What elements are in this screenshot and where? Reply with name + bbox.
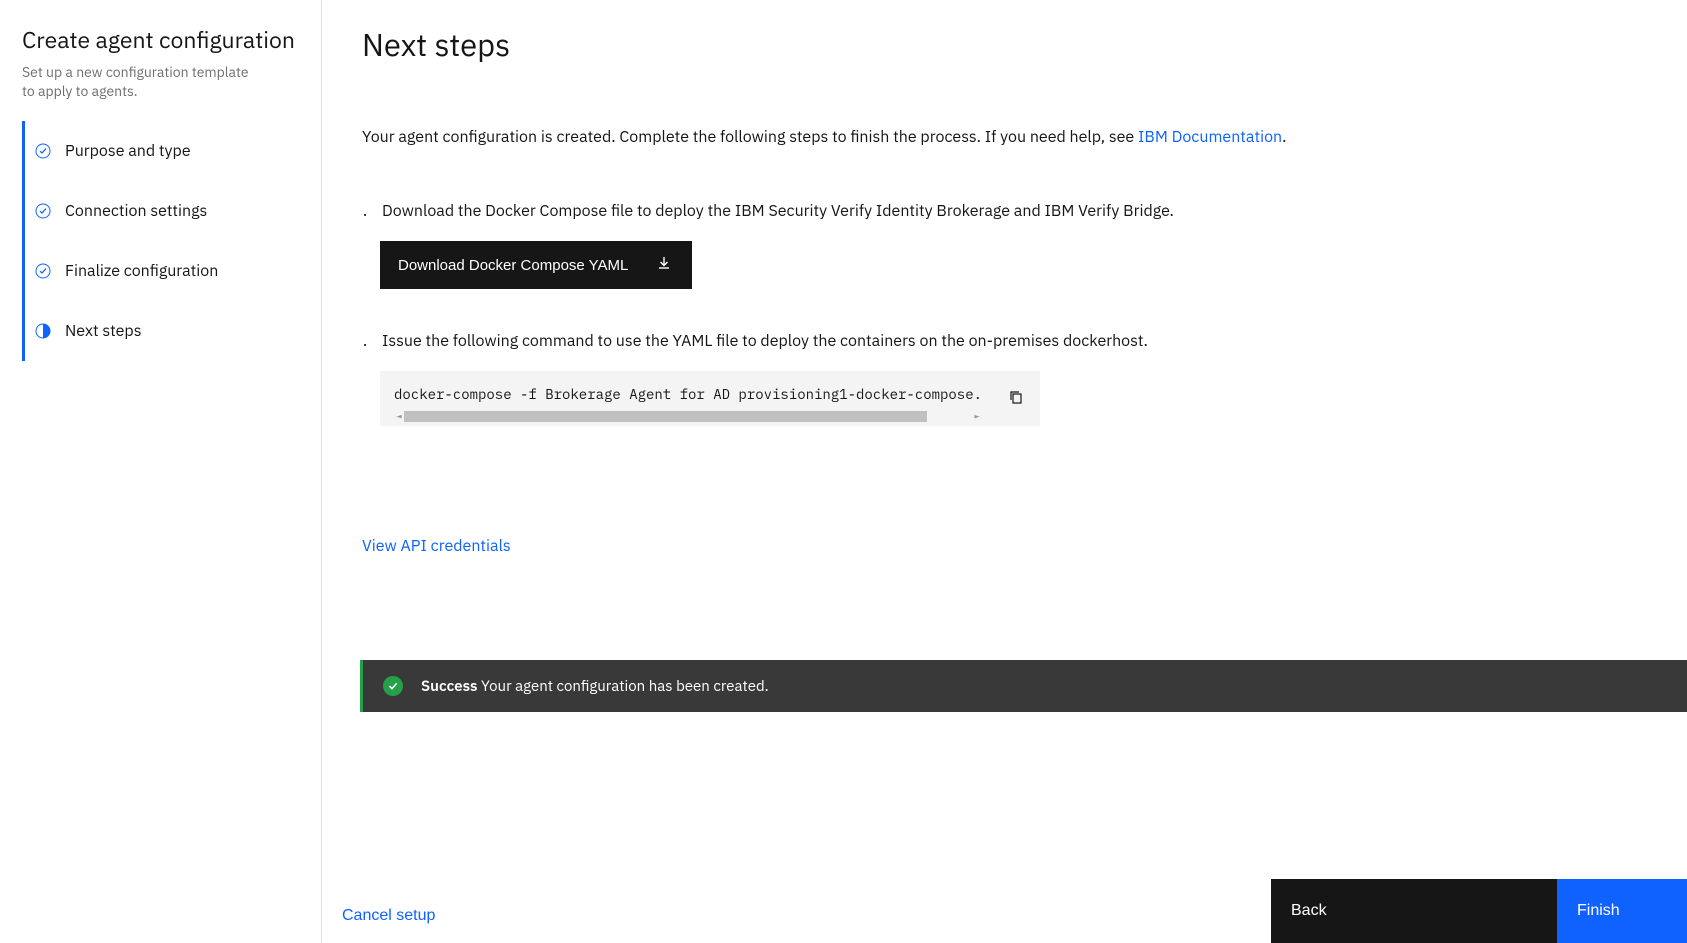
sidebar-subtitle: Set up a new configuration template to a… xyxy=(22,63,262,101)
step-finalize-configuration[interactable]: Finalize configuration xyxy=(22,241,321,301)
command-text: docker-compose -f Brokerage Agent for AD… xyxy=(394,385,982,403)
view-api-credentials-link[interactable]: View API credentials xyxy=(362,536,511,556)
scrollbar-track[interactable] xyxy=(404,411,972,422)
scrollbar-thumb[interactable] xyxy=(404,411,927,422)
checkmark-circle-icon xyxy=(35,143,51,159)
bullet-icon: . xyxy=(362,329,368,353)
wizard-sidebar: Create agent configuration Set up a new … xyxy=(0,0,322,943)
page-title: Next steps xyxy=(362,24,1647,65)
horizontal-scrollbar[interactable]: ◄ ► xyxy=(394,411,982,422)
toast-text: Success Your agent configuration has bee… xyxy=(421,677,769,696)
scroll-right-arrow-icon[interactable]: ► xyxy=(972,411,982,422)
step1-text: Download the Docker Compose file to depl… xyxy=(382,199,1174,223)
scroll-left-arrow-icon[interactable]: ◄ xyxy=(394,411,404,422)
checkmark-circle-icon xyxy=(35,203,51,219)
copy-icon xyxy=(1008,389,1024,408)
command-snippet: docker-compose -f Brokerage Agent for AD… xyxy=(380,371,992,426)
download-icon xyxy=(656,255,672,275)
intro-text: Your agent configuration is created. Com… xyxy=(362,125,1647,149)
ibm-documentation-link[interactable]: IBM Documentation xyxy=(1138,127,1282,147)
step-label: Next steps xyxy=(65,321,142,341)
download-docker-compose-button[interactable]: Download Docker Compose YAML xyxy=(380,241,692,289)
back-button[interactable]: Back xyxy=(1271,879,1557,943)
step2-text: Issue the following command to use the Y… xyxy=(382,329,1148,353)
main-content: Next steps Your agent configuration is c… xyxy=(322,0,1687,943)
step-connection-settings[interactable]: Connection settings xyxy=(22,181,321,241)
step-label: Finalize configuration xyxy=(65,261,218,281)
sidebar-title: Create agent configuration xyxy=(22,26,297,55)
step-label: Purpose and type xyxy=(65,141,191,161)
download-button-label: Download Docker Compose YAML xyxy=(398,257,628,274)
step-next-steps[interactable]: Next steps xyxy=(22,301,321,361)
checkmark-circle-icon xyxy=(35,263,51,279)
bullet-icon: . xyxy=(362,199,368,223)
success-checkmark-icon xyxy=(383,676,403,696)
copy-command-button[interactable] xyxy=(992,371,1040,426)
step-label: Connection settings xyxy=(65,201,207,221)
step-purpose-and-type[interactable]: Purpose and type xyxy=(22,121,321,181)
current-step-icon xyxy=(35,323,51,339)
wizard-steps: Purpose and type Connection settings Fin… xyxy=(0,121,321,361)
cancel-setup-link[interactable]: Cancel setup xyxy=(342,907,435,925)
finish-button[interactable]: Finish xyxy=(1557,879,1687,943)
success-toast: Success Your agent configuration has bee… xyxy=(360,660,1687,712)
